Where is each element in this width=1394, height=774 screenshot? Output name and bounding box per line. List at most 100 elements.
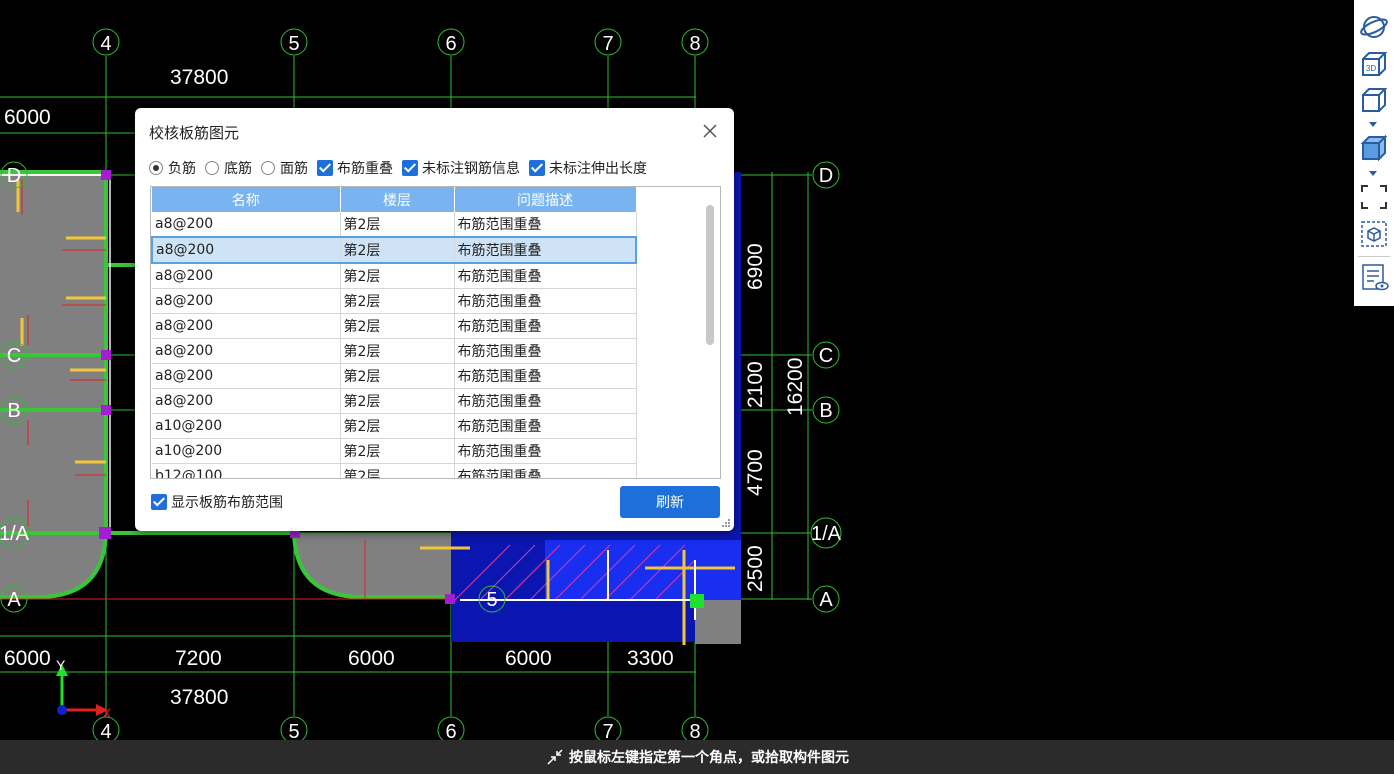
- axis-label-left: B: [7, 400, 20, 422]
- table-row[interactable]: a8@200 第2层 布筋范围重叠: [152, 212, 637, 238]
- display-settings-button[interactable]: [1358, 262, 1390, 292]
- toolbar-divider: [1358, 256, 1390, 257]
- refresh-button[interactable]: 刷新: [620, 486, 720, 518]
- radio-on-icon[interactable]: [149, 161, 163, 175]
- table-cell-name: a8@200: [151, 236, 341, 264]
- axis-label-bottom: 4: [100, 721, 111, 740]
- radio-label: 负筋: [168, 161, 196, 177]
- table-row[interactable]: a8@200 第2层 布筋范围重叠: [152, 338, 637, 364]
- table-cell-desc: 布筋范围重叠: [454, 236, 637, 264]
- axis-label-left: A: [7, 589, 21, 611]
- checkbox-checked-icon[interactable]: [529, 160, 545, 176]
- resize-grip-icon[interactable]: [721, 518, 731, 528]
- checkbox-label: 未标注伸出长度: [549, 161, 647, 177]
- dialog-title: 校核板筋图元: [149, 124, 240, 142]
- table-row[interactable]: a8@200 第2层 布筋范围重叠: [152, 313, 637, 339]
- table-row[interactable]: a8@200 第2层 布筋范围重叠: [151, 236, 637, 264]
- dim-bottom: 6000: [348, 647, 395, 670]
- select-box-button[interactable]: [1358, 219, 1390, 249]
- dim-right-total: 16200: [784, 358, 807, 416]
- dim-right: 6900: [744, 243, 767, 290]
- axis-label-top: 5: [288, 33, 299, 55]
- table-cell-name: a8@200: [152, 263, 341, 289]
- zoom-extents-button[interactable]: [1358, 182, 1390, 212]
- table-cell-desc: 布筋范围重叠: [454, 413, 637, 439]
- dim-total-bottom: 37800: [170, 686, 228, 709]
- status-bar: 按鼠标左键指定第一个角点，或拾取构件图元: [0, 740, 1394, 774]
- table-cell-floor: 第2层: [340, 338, 455, 364]
- blue-zone-light: [545, 540, 741, 600]
- axis-label-bottom: 7: [602, 721, 613, 740]
- column-header-name[interactable]: 名称: [152, 187, 341, 212]
- table-row[interactable]: b12@100 第2层 布筋范围重叠: [152, 463, 637, 478]
- table-cell-floor: 第2层: [340, 263, 455, 289]
- table-cell-desc: 布筋范围重叠: [454, 212, 637, 238]
- column-header-desc[interactable]: 问题描述: [454, 187, 637, 212]
- axis-label-inner: 5: [486, 589, 497, 611]
- table-cell-desc: 布筋范围重叠: [454, 263, 637, 289]
- table-row[interactable]: a8@200 第2层 布筋范围重叠: [152, 363, 637, 389]
- checkbox-no-length[interactable]: 未标注伸出长度: [529, 158, 647, 178]
- dim-right: 4700: [744, 449, 767, 496]
- checkbox-checked-icon[interactable]: [151, 494, 167, 510]
- fullscreen-icon: [1361, 185, 1387, 209]
- radio-bottom-rebar[interactable]: 底筋: [205, 158, 252, 178]
- table-cell-desc: 布筋范围重叠: [454, 338, 637, 364]
- box-select-icon: [1361, 221, 1387, 247]
- axis-label-bottom: 8: [689, 721, 700, 740]
- wireframe-view-button[interactable]: [1358, 86, 1390, 116]
- checkbox-no-info[interactable]: 未标注钢筋信息: [402, 158, 520, 178]
- orbit-icon: [1360, 16, 1388, 38]
- issues-table[interactable]: 名称 楼层 问题描述 a8@200 第2层 布筋范围重叠 a8@200 第2层 布筋范围重…: [150, 186, 721, 479]
- check-slab-rebar-dialog: 校核板筋图元 负筋 底筋 面筋 布筋重叠 未标注钢筋信息 未标注伸出长度 名称 …: [135, 108, 734, 531]
- radio-off-icon[interactable]: [261, 161, 275, 175]
- radio-label: 底筋: [224, 161, 252, 177]
- table-cell-name: a8@200: [152, 288, 341, 314]
- axis-label-top: 8: [689, 33, 700, 55]
- radio-off-icon[interactable]: [205, 161, 219, 175]
- chevron-down-icon[interactable]: [1369, 171, 1377, 176]
- axis-bubbles-top: [92, 28, 709, 56]
- column-header-floor[interactable]: 楼层: [340, 187, 455, 212]
- table-row[interactable]: a8@200 第2层 布筋范围重叠: [152, 388, 637, 414]
- checkbox-overlap[interactable]: 布筋重叠: [317, 158, 393, 178]
- table-cell-desc: 布筋范围重叠: [454, 388, 637, 414]
- axis-label-right: C: [819, 345, 833, 367]
- solid-view-button[interactable]: [1358, 134, 1390, 164]
- table-cell-name: a10@200: [152, 438, 341, 464]
- table-cell-name: a8@200: [152, 388, 341, 414]
- chevron-down-icon[interactable]: [1369, 122, 1377, 127]
- axis-label-top: 4: [100, 33, 111, 55]
- table-cell-floor: 第2层: [340, 363, 455, 389]
- radio-top-rebar[interactable]: 面筋: [261, 158, 308, 178]
- table-cell-floor: 第2层: [340, 463, 455, 478]
- green-grip-point[interactable]: [690, 594, 704, 608]
- radio-label: 面筋: [280, 161, 308, 177]
- table-cell-name: a8@200: [152, 363, 341, 389]
- status-text: 按鼠标左键指定第一个角点，或拾取构件图元: [569, 750, 849, 766]
- view-3d-label: 3D: [1366, 64, 1376, 73]
- table-cell-floor: 第2层: [340, 288, 455, 314]
- table-row[interactable]: a10@200 第2层 布筋范围重叠: [152, 438, 637, 464]
- filter-options: 负筋 底筋 面筋 布筋重叠 未标注钢筋信息 未标注伸出长度: [149, 158, 656, 178]
- view-toolbar: 3D: [1354, 0, 1394, 306]
- dim-total-top: 37800: [170, 66, 228, 89]
- radio-neg-rebar[interactable]: 负筋: [149, 158, 196, 178]
- table-row[interactable]: a8@200 第2层 布筋范围重叠: [152, 263, 637, 289]
- orbit-button[interactable]: [1358, 12, 1390, 42]
- table-row[interactable]: a8@200 第2层 布筋范围重叠: [152, 288, 637, 314]
- table-header: 名称 楼层 问题描述: [152, 187, 637, 212]
- axis-label-right: 1/A: [811, 523, 842, 545]
- dim-bottom: 6000: [4, 647, 51, 670]
- view-3d-button[interactable]: 3D: [1358, 50, 1390, 80]
- checkbox-checked-icon[interactable]: [317, 160, 333, 176]
- corner-pick-icon: [547, 749, 563, 765]
- checkbox-checked-icon[interactable]: [402, 160, 418, 176]
- table-scrollbar[interactable]: [706, 205, 714, 345]
- checkbox-label: 布筋重叠: [337, 161, 393, 177]
- checkbox-show-range[interactable]: 显示板筋布筋范围: [151, 492, 283, 512]
- table-row[interactable]: a10@200 第2层 布筋范围重叠: [152, 413, 637, 439]
- close-icon[interactable]: [701, 122, 719, 140]
- table-cell-floor: 第2层: [340, 313, 455, 339]
- list-eye-icon: [1362, 264, 1389, 291]
